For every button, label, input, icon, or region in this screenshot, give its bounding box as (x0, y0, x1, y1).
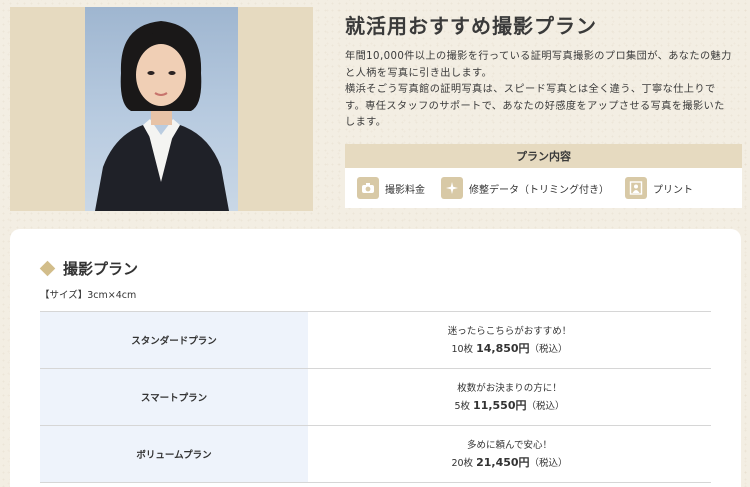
page-title: 就活用おすすめ撮影プラン (345, 14, 597, 38)
plan-item-retouch-data: 修整データ（トリミング付き） (441, 177, 609, 199)
plan-item-label: プリント (653, 184, 693, 196)
plan-name: ボリュームプラン (40, 425, 308, 483)
shooting-plan-heading: 撮影プラン (39, 258, 139, 279)
plan-price-line: 20枚 21,450円（税込） (308, 454, 711, 472)
description-line: 年間10,000件以上の撮影を行っている証明写真撮影のプロ集団が、あなたの魅力 (345, 51, 732, 62)
plan-price: 21,450円 (476, 455, 530, 469)
plan-price: 14,850円 (476, 341, 530, 355)
plan-tax: （税込） (529, 457, 568, 469)
description-line: 横浜そごう写真館の証明写真は、スピード写真とは全く違う、丁寧な仕上りで (345, 84, 716, 95)
plan-count: 20枚 (451, 457, 474, 469)
camera-icon (357, 177, 379, 199)
plan-price-line: 10枚 14,850円（税込） (308, 340, 711, 358)
table-row: ボリュームプラン 多めに頼んで安心！ 20枚 21,450円（税込） (40, 425, 711, 483)
sparkle-icon (441, 177, 463, 199)
plan-tax: （税込） (529, 343, 568, 355)
plan-tax: （税込） (526, 400, 565, 412)
shooting-plan-card: 撮影プラン 【サイズ】3cm×4cm スタンダードプラン 迷ったらこちらがおすす… (10, 229, 741, 487)
plan-name: スマートプラン (40, 368, 308, 426)
plan-tagline: 枚数がお決まりの方に！ (457, 382, 562, 394)
description-line: と人柄を写真に引き出します。 (345, 67, 493, 79)
intro-description: 年間10,000件以上の撮影を行っている証明写真撮影のプロ集団が、あなたの魅力 … (345, 49, 743, 132)
plan-contents-box: プラン内容 撮影料金 修整データ（トリミング付き） プリント (345, 144, 742, 208)
plan-tagline: 多めに頼んで安心！ (466, 439, 553, 451)
plan-detail: 多めに頼んで安心！ 20枚 21,450円（税込） (308, 425, 711, 483)
hero-photo-frame (10, 7, 313, 211)
size-label: 【サイズ】3cm×4cm (40, 290, 137, 301)
table-row: スタンダードプラン 迷ったらこちらがおすすめ！ 10枚 14,850円（税込） (40, 311, 711, 369)
plan-item-shooting-fee: 撮影料金 (357, 177, 425, 199)
plan-detail: 枚数がお決まりの方に！ 5枚 11,550円（税込） (308, 368, 711, 426)
plan-price-table: スタンダードプラン 迷ったらこちらがおすすめ！ 10枚 14,850円（税込） … (40, 311, 711, 483)
portrait-icon (625, 177, 647, 199)
plan-item-label: 撮影料金 (385, 184, 425, 196)
plan-name: スタンダードプラン (40, 311, 308, 369)
plan-detail: 迷ったらこちらがおすすめ！ 10枚 14,850円（税込） (308, 311, 711, 369)
diamond-icon (39, 260, 56, 277)
plan-contents-list: 撮影料金 修整データ（トリミング付き） プリント (345, 168, 742, 208)
description-line: します。 (345, 117, 387, 128)
plan-contents-heading: プラン内容 (345, 144, 742, 168)
plan-tagline: 迷ったらこちらがおすすめ！ (447, 325, 572, 337)
plan-price: 11,550円 (473, 398, 527, 412)
portrait-photo (85, 7, 238, 211)
shooting-plan-title: 撮影プラン (63, 260, 139, 278)
plan-count: 5枚 (454, 400, 471, 412)
plan-count: 10枚 (451, 343, 474, 355)
plan-item-print: プリント (625, 177, 693, 199)
description-line: す。専任スタッフのサポートで、あなたの好感度をアップさせる写真を撮影いた (345, 100, 725, 112)
table-row: スマートプラン 枚数がお決まりの方に！ 5枚 11,550円（税込） (40, 368, 711, 426)
plan-price-line: 5枚 11,550円（税込） (308, 397, 711, 415)
plan-item-label: 修整データ（トリミング付き） (469, 184, 609, 196)
